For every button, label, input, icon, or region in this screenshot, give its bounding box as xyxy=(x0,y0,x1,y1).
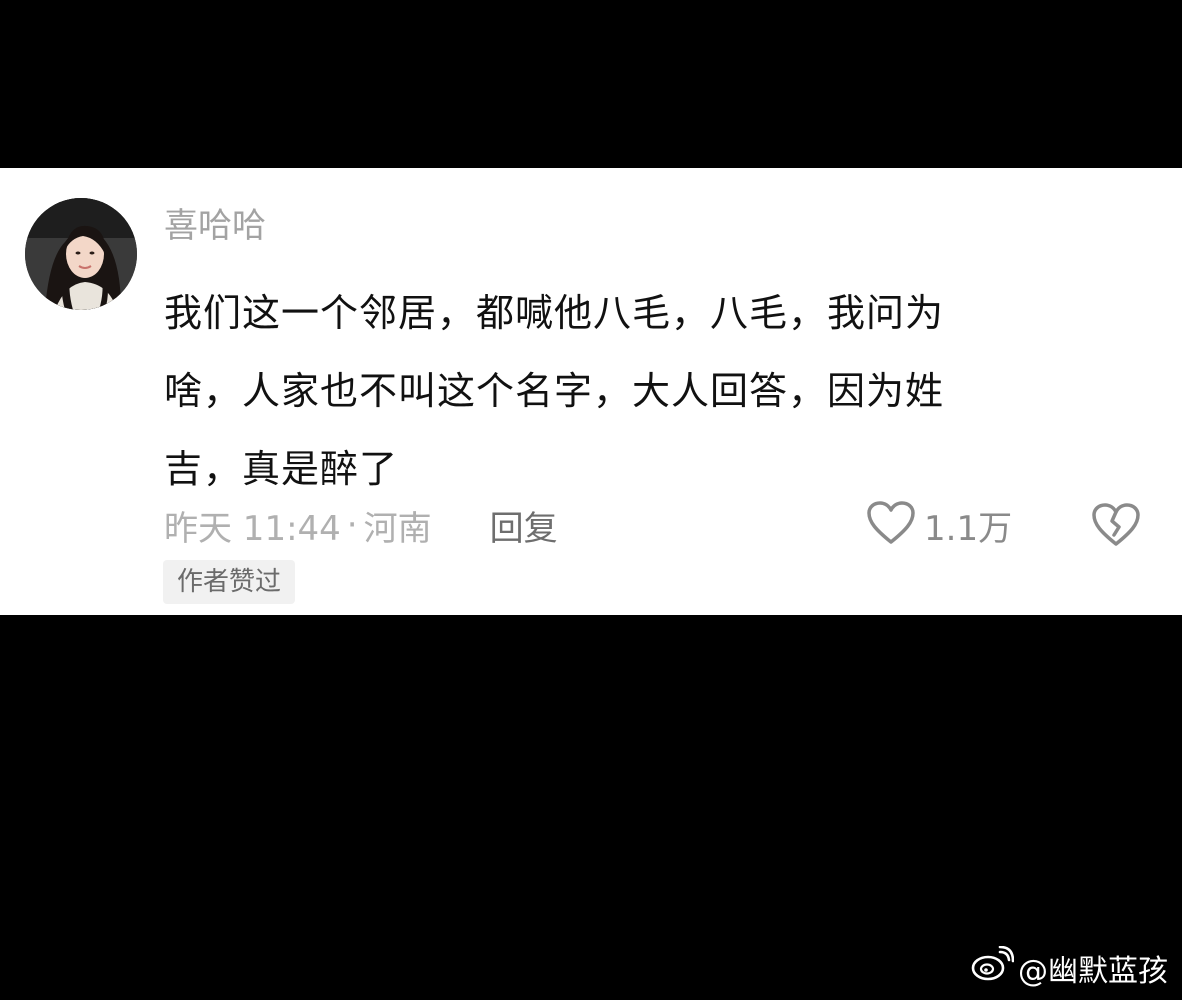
comment-text-line: 吉，真是醉了 xyxy=(164,447,399,491)
watermark-text: @幽默蓝孩 xyxy=(1018,954,1168,989)
author-liked-badge: 作者赞过 xyxy=(163,560,296,604)
comment-text: 我们这一个邻居，都喊他八毛，八毛，我问为 啥，人家也不叫这个名字，大人回答，因为… xyxy=(164,274,1124,508)
comment-time: 昨天 11:44 xyxy=(164,508,341,549)
username[interactable]: 喜哈哈 xyxy=(164,204,266,248)
screenshot-page: 喜哈哈 我们这一个邻居，都喊他八毛，八毛，我问为 啥，人家也不叫这个名字，大人回… xyxy=(0,0,1182,1000)
like-count: 1.1万 xyxy=(924,508,1013,549)
avatar[interactable] xyxy=(25,198,137,310)
watermark: @幽默蓝孩 xyxy=(970,945,1168,990)
heart-outline-icon xyxy=(866,500,916,550)
weibo-logo-icon xyxy=(970,945,1015,990)
avatar-image xyxy=(25,198,137,310)
broken-heart-icon[interactable] xyxy=(1091,500,1141,550)
comment-location: 河南 xyxy=(363,508,432,549)
meta-separator: · xyxy=(346,505,358,545)
comment-card: 喜哈哈 我们这一个邻居，都喊他八毛，八毛，我问为 啥，人家也不叫这个名字，大人回… xyxy=(0,168,1182,615)
reply-button[interactable]: 回复 xyxy=(490,501,558,550)
comment-text-line: 我们这一个邻居，都喊他八毛，八毛，我问为 xyxy=(164,291,945,335)
like-button[interactable]: 1.1万 xyxy=(866,500,1012,550)
comment-meta: 昨天 11:44 · 河南 回复 xyxy=(164,500,558,550)
comment-text-line: 啥，人家也不叫这个名字，大人回答，因为姓 xyxy=(164,369,945,413)
